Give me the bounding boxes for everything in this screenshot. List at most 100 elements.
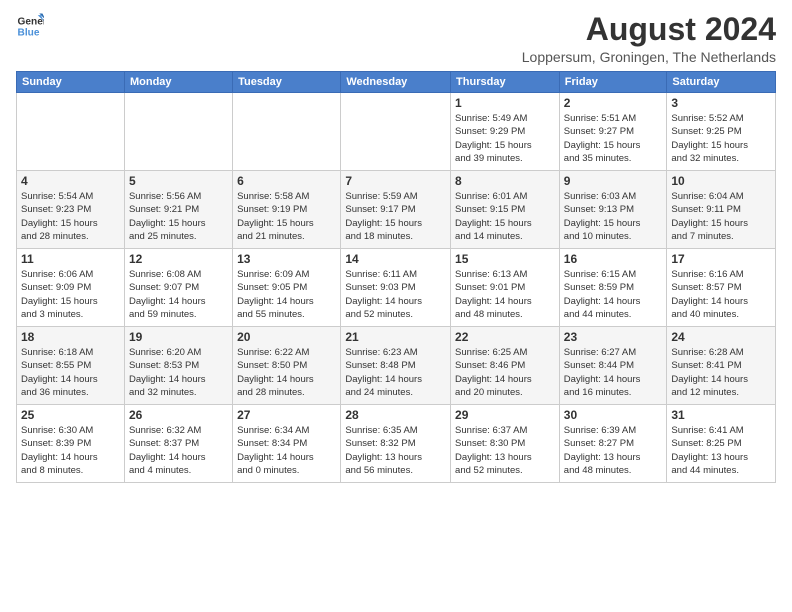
table-row: 28 Sunrise: 6:35 AM Sunset: 8:32 PM Dayli… <box>341 405 451 483</box>
table-row: 19Sunrise: 6:20 AM Sunset: 8:53 PM Dayli… <box>124 327 232 405</box>
table-row: 12Sunrise: 6:08 AM Sunset: 9:07 PM Dayli… <box>124 249 232 327</box>
table-row: 22Sunrise: 6:25 AM Sunset: 8:46 PM Dayli… <box>451 327 560 405</box>
page: General Blue August 2024 Loppersum, Gron… <box>0 0 792 612</box>
day-info: Sunrise: 6:11 AM Sunset: 9:03 PM Dayligh… <box>345 268 446 321</box>
day-number: 20 <box>237 330 336 344</box>
col-wednesday: Wednesday <box>341 72 451 93</box>
day-info: Sunrise: 5:58 AM Sunset: 9:19 PM Dayligh… <box>237 190 336 243</box>
day-number: 4 <box>21 174 120 188</box>
table-row <box>233 93 341 171</box>
day-info: Sunrise: 6:15 AM Sunset: 8:59 PM Dayligh… <box>564 268 663 321</box>
table-row: 17 Sunrise: 6:16 AM Sunset: 8:57 PM Dayli… <box>667 249 776 327</box>
day-info: Sunrise: 5:59 AM Sunset: 9:17 PM Dayligh… <box>345 190 446 243</box>
day-number: 22 <box>455 330 555 344</box>
table-row: 10Sunrise: 6:04 AM Sunset: 9:11 PM Dayli… <box>667 171 776 249</box>
table-row: 23 Sunrise: 6:27 AM Sunset: 8:44 PM Dayli… <box>559 327 667 405</box>
day-info: Sunrise: 6:39 AM Sunset: 8:27 PM Dayligh… <box>564 424 663 477</box>
day-info: Sunrise: 6:28 AM Sunset: 8:41 PM Dayligh… <box>671 346 771 399</box>
table-row: 11Sunrise: 6:06 AM Sunset: 9:09 PM Dayli… <box>17 249 125 327</box>
day-number: 29 <box>455 408 555 422</box>
table-row: 26Sunrise: 6:32 AM Sunset: 8:37 PM Dayli… <box>124 405 232 483</box>
table-row: 7 Sunrise: 5:59 AM Sunset: 9:17 PM Daylig… <box>341 171 451 249</box>
day-info: Sunrise: 6:16 AM Sunset: 8:57 PM Dayligh… <box>671 268 771 321</box>
day-info: Sunrise: 6:34 AM Sunset: 8:34 PM Dayligh… <box>237 424 336 477</box>
day-info: Sunrise: 6:35 AM Sunset: 8:32 PM Dayligh… <box>345 424 446 477</box>
day-number: 5 <box>129 174 228 188</box>
table-row: 25 Sunrise: 6:30 AM Sunset: 8:39 PM Dayli… <box>17 405 125 483</box>
table-row: 27 Sunrise: 6:34 AM Sunset: 8:34 PM Dayli… <box>233 405 341 483</box>
table-row: 2 Sunrise: 5:51 AM Sunset: 9:27 PM Daylig… <box>559 93 667 171</box>
title-block: August 2024 Loppersum, Groningen, The Ne… <box>522 12 776 65</box>
day-number: 11 <box>21 252 120 266</box>
day-number: 7 <box>345 174 446 188</box>
table-row: 9 Sunrise: 6:03 AM Sunset: 9:13 PM Daylig… <box>559 171 667 249</box>
table-row: 6 Sunrise: 5:58 AM Sunset: 9:19 PM Daylig… <box>233 171 341 249</box>
col-saturday: Saturday <box>667 72 776 93</box>
subtitle: Loppersum, Groningen, The Netherlands <box>522 49 776 65</box>
col-tuesday: Tuesday <box>233 72 341 93</box>
table-row: 5Sunrise: 5:56 AM Sunset: 9:21 PM Daylig… <box>124 171 232 249</box>
day-info: Sunrise: 6:13 AM Sunset: 9:01 PM Dayligh… <box>455 268 555 321</box>
table-row <box>17 93 125 171</box>
main-title: August 2024 <box>522 12 776 47</box>
day-number: 15 <box>455 252 555 266</box>
day-number: 19 <box>129 330 228 344</box>
day-info: Sunrise: 6:01 AM Sunset: 9:15 PM Dayligh… <box>455 190 555 243</box>
header: General Blue August 2024 Loppersum, Gron… <box>16 12 776 65</box>
day-number: 12 <box>129 252 228 266</box>
table-row: 29Sunrise: 6:37 AM Sunset: 8:30 PM Dayli… <box>451 405 560 483</box>
table-row: 14Sunrise: 6:11 AM Sunset: 9:03 PM Dayli… <box>341 249 451 327</box>
svg-text:Blue: Blue <box>18 27 40 38</box>
logo-icon: General Blue <box>16 12 44 40</box>
day-number: 9 <box>564 174 663 188</box>
day-number: 3 <box>671 96 771 110</box>
day-number: 23 <box>564 330 663 344</box>
calendar-week-row: 25 Sunrise: 6:30 AM Sunset: 8:39 PM Dayli… <box>17 405 776 483</box>
table-row: 20 Sunrise: 6:22 AM Sunset: 8:50 PM Dayli… <box>233 327 341 405</box>
day-info: Sunrise: 5:49 AM Sunset: 9:29 PM Dayligh… <box>455 112 555 165</box>
table-row: 30Sunrise: 6:39 AM Sunset: 8:27 PM Dayli… <box>559 405 667 483</box>
col-thursday: Thursday <box>451 72 560 93</box>
day-info: Sunrise: 6:30 AM Sunset: 8:39 PM Dayligh… <box>21 424 120 477</box>
day-number: 27 <box>237 408 336 422</box>
logo: General Blue <box>16 12 44 40</box>
table-row <box>124 93 232 171</box>
day-number: 25 <box>21 408 120 422</box>
calendar-week-row: 4 Sunrise: 5:54 AM Sunset: 9:23 PM Daylig… <box>17 171 776 249</box>
day-number: 10 <box>671 174 771 188</box>
day-number: 24 <box>671 330 771 344</box>
day-number: 28 <box>345 408 446 422</box>
table-row: 18Sunrise: 6:18 AM Sunset: 8:55 PM Dayli… <box>17 327 125 405</box>
calendar-week-row: 1Sunrise: 5:49 AM Sunset: 9:29 PM Daylig… <box>17 93 776 171</box>
calendar-header-row: Sunday Monday Tuesday Wednesday Thursday… <box>17 72 776 93</box>
day-number: 21 <box>345 330 446 344</box>
day-info: Sunrise: 6:09 AM Sunset: 9:05 PM Dayligh… <box>237 268 336 321</box>
table-row: 31Sunrise: 6:41 AM Sunset: 8:25 PM Dayli… <box>667 405 776 483</box>
day-info: Sunrise: 6:27 AM Sunset: 8:44 PM Dayligh… <box>564 346 663 399</box>
day-number: 17 <box>671 252 771 266</box>
day-number: 8 <box>455 174 555 188</box>
table-row: 16 Sunrise: 6:15 AM Sunset: 8:59 PM Dayli… <box>559 249 667 327</box>
col-monday: Monday <box>124 72 232 93</box>
day-info: Sunrise: 5:52 AM Sunset: 9:25 PM Dayligh… <box>671 112 771 165</box>
table-row: 4 Sunrise: 5:54 AM Sunset: 9:23 PM Daylig… <box>17 171 125 249</box>
day-number: 6 <box>237 174 336 188</box>
day-number: 2 <box>564 96 663 110</box>
table-row: 13Sunrise: 6:09 AM Sunset: 9:05 PM Dayli… <box>233 249 341 327</box>
day-info: Sunrise: 6:41 AM Sunset: 8:25 PM Dayligh… <box>671 424 771 477</box>
table-row: 1Sunrise: 5:49 AM Sunset: 9:29 PM Daylig… <box>451 93 560 171</box>
day-info: Sunrise: 5:54 AM Sunset: 9:23 PM Dayligh… <box>21 190 120 243</box>
day-info: Sunrise: 5:51 AM Sunset: 9:27 PM Dayligh… <box>564 112 663 165</box>
day-info: Sunrise: 6:03 AM Sunset: 9:13 PM Dayligh… <box>564 190 663 243</box>
calendar-table: Sunday Monday Tuesday Wednesday Thursday… <box>16 71 776 483</box>
day-number: 26 <box>129 408 228 422</box>
table-row: 24 Sunrise: 6:28 AM Sunset: 8:41 PM Dayli… <box>667 327 776 405</box>
svg-text:General: General <box>18 16 44 27</box>
calendar-week-row: 11Sunrise: 6:06 AM Sunset: 9:09 PM Dayli… <box>17 249 776 327</box>
day-number: 16 <box>564 252 663 266</box>
table-row: 8 Sunrise: 6:01 AM Sunset: 9:15 PM Daylig… <box>451 171 560 249</box>
table-row <box>341 93 451 171</box>
day-info: Sunrise: 6:22 AM Sunset: 8:50 PM Dayligh… <box>237 346 336 399</box>
table-row: 3 Sunrise: 5:52 AM Sunset: 9:25 PM Daylig… <box>667 93 776 171</box>
calendar-week-row: 18Sunrise: 6:18 AM Sunset: 8:55 PM Dayli… <box>17 327 776 405</box>
